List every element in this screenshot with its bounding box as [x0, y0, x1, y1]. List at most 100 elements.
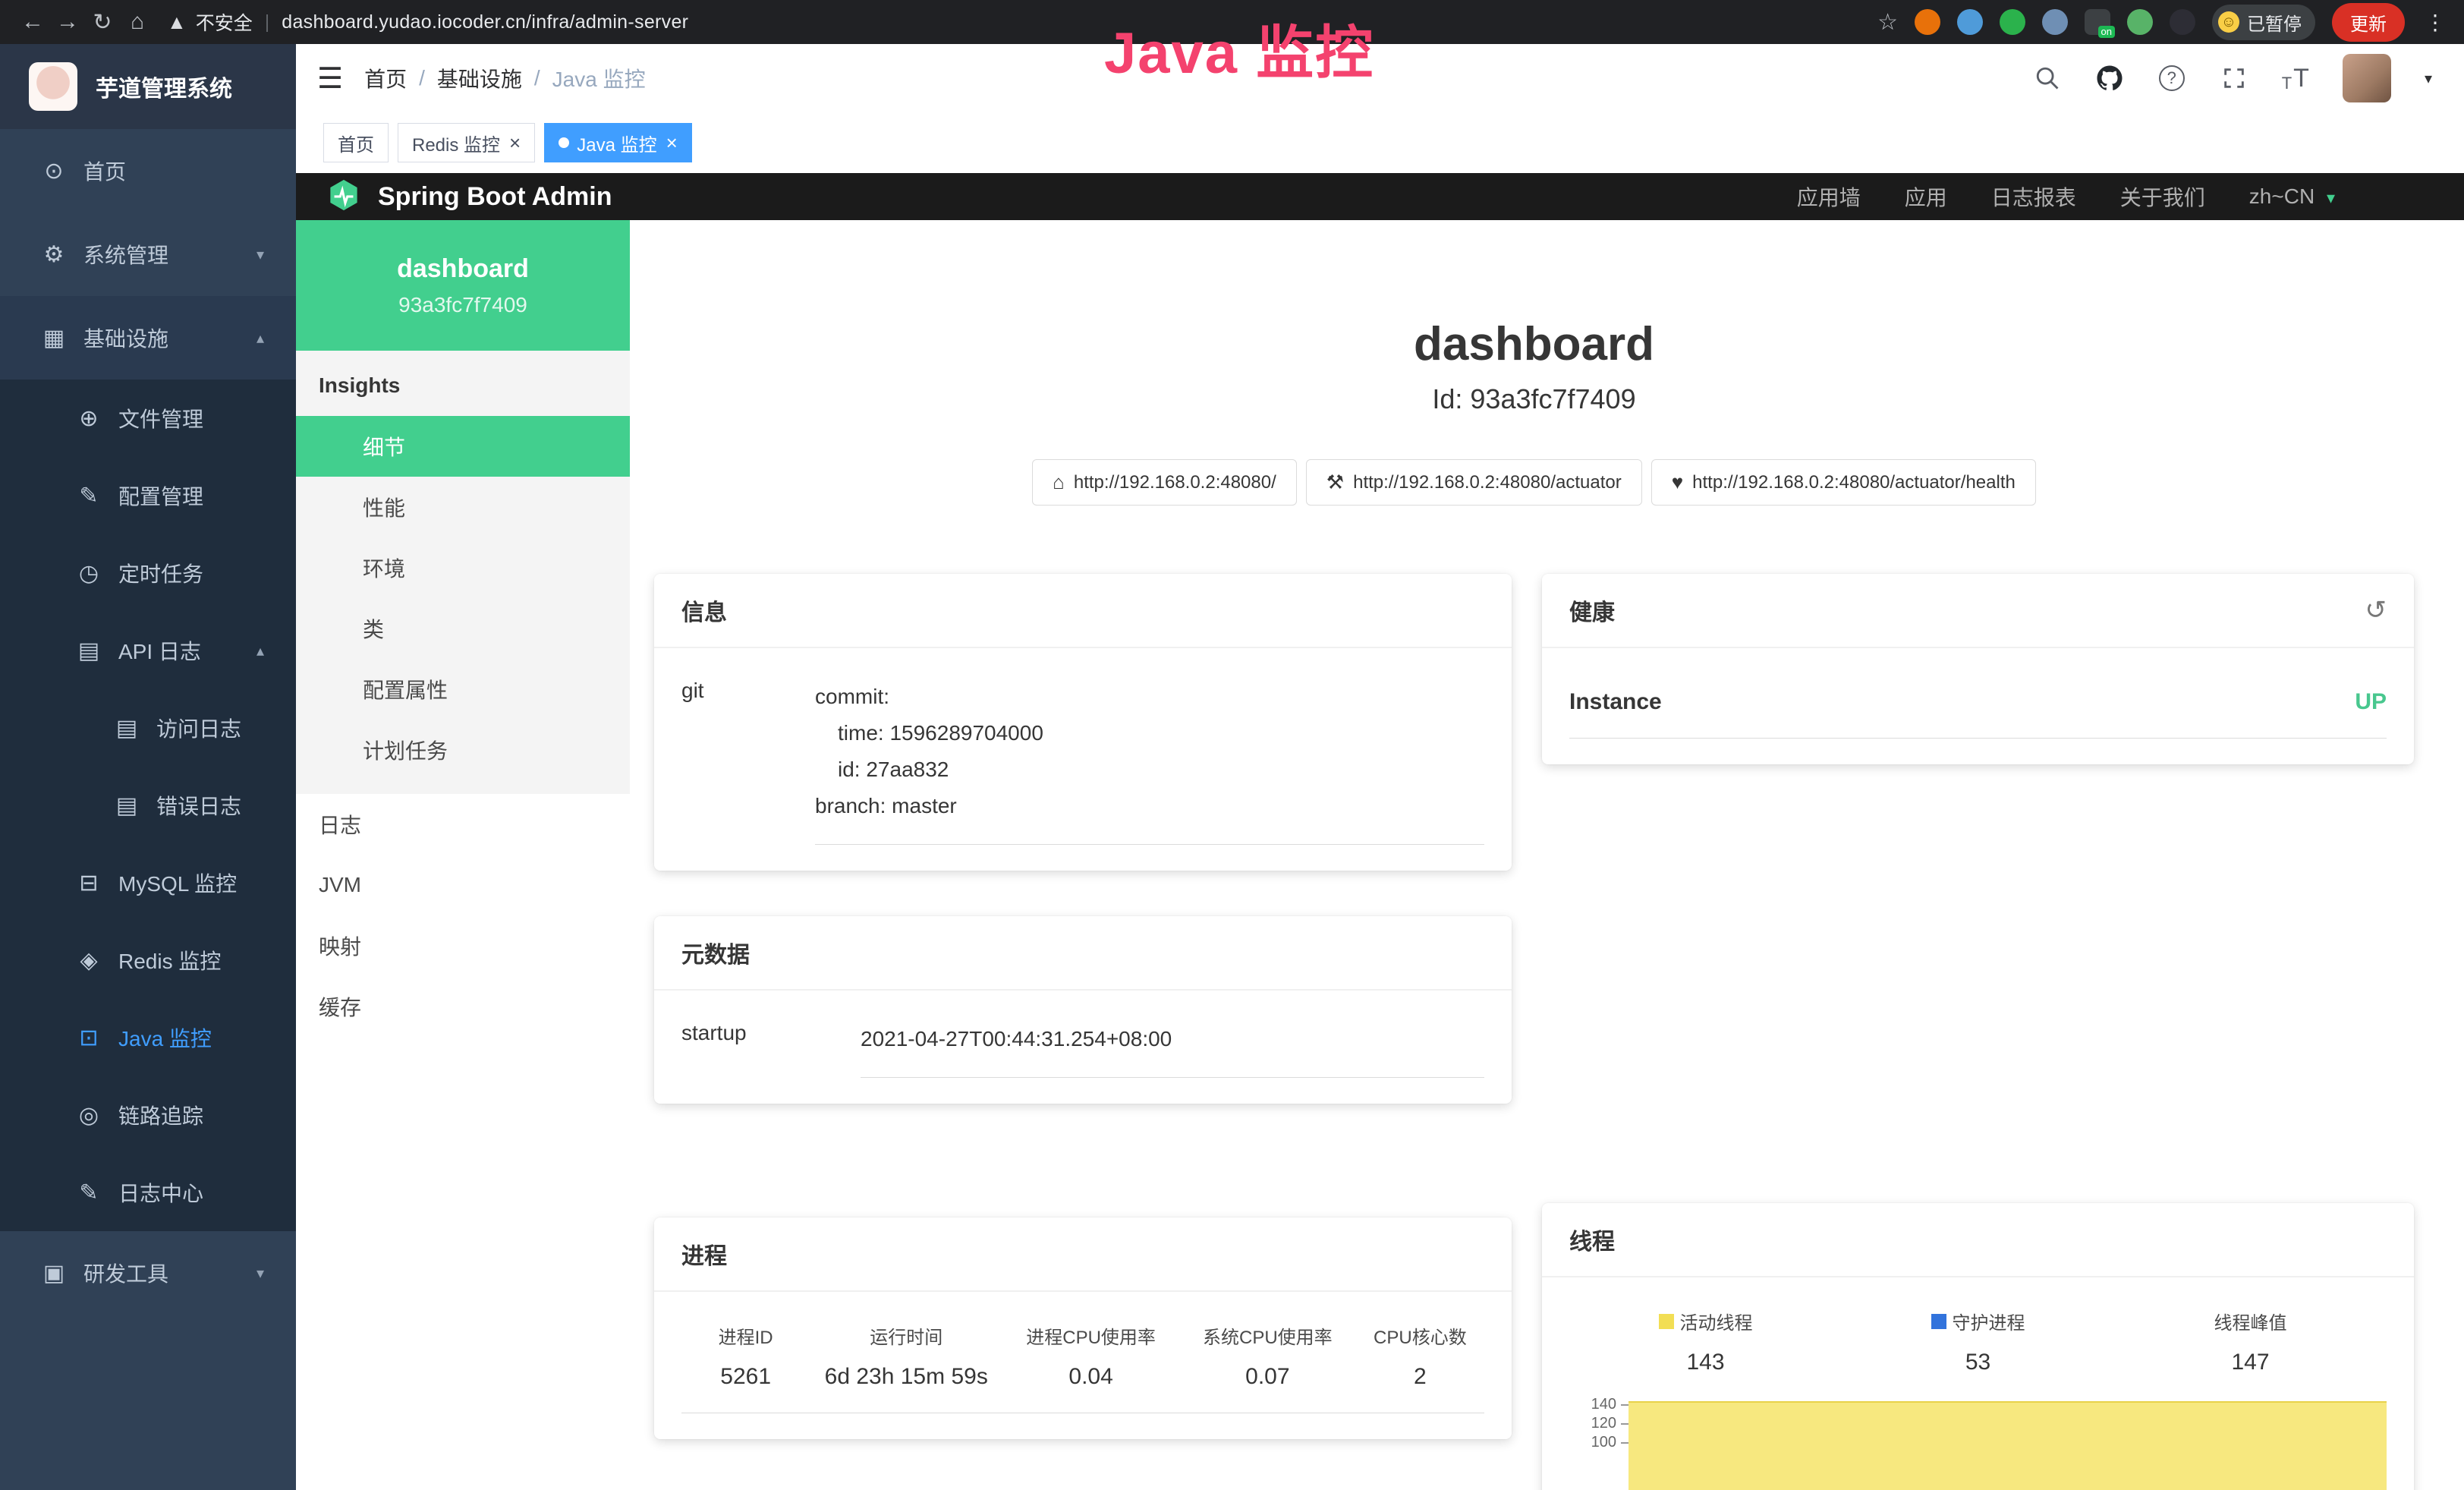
chevron-down-icon[interactable]: ▾	[2425, 69, 2432, 88]
sidebar-item-infrastructure[interactable]: ▦ 基础设施 ▴	[0, 296, 296, 380]
axis-tick: 100	[1569, 1433, 1629, 1452]
chevron-up-icon: ▴	[256, 641, 264, 660]
url-text[interactable]: dashboard.yudao.iocoder.cn/infra/admin-s…	[282, 11, 688, 33]
chrome-toolbar-right: ☆ on ☺ 已暂停 更新 ⋮	[1877, 3, 2449, 42]
sidebar-item-trace[interactable]: ◎ 链路追踪	[0, 1076, 296, 1154]
sidebar-item-mysql-monitor[interactable]: ⊟ MySQL 监控	[0, 844, 296, 921]
sidebar-item-label: MySQL 监控	[118, 868, 237, 898]
fullscreen-icon[interactable]	[2220, 64, 2248, 93]
help-icon[interactable]: ?	[2157, 64, 2186, 93]
threads-legend: 活动线程 143 守护进程	[1569, 1308, 2387, 1375]
update-button[interactable]: 更新	[2332, 3, 2405, 42]
sidebar-item-redis-monitor[interactable]: ◈ Redis 监控	[0, 921, 296, 999]
sba-item-config-properties[interactable]: 配置属性	[296, 659, 630, 720]
sba-item-mappings[interactable]: 映射	[296, 915, 630, 976]
instance-link-health[interactable]: ♥ http://192.168.0.2:48080/actuator/heal…	[1651, 459, 2036, 506]
legend-value: 147	[2114, 1350, 2387, 1375]
info-value: commit: time: 1596289704000 id: 27aa832 …	[815, 679, 1484, 845]
close-icon[interactable]: ×	[509, 131, 521, 155]
tag-home[interactable]: 首页	[323, 123, 389, 162]
extension-icon[interactable]	[2170, 9, 2195, 35]
chart-area-live-threads	[1629, 1401, 2387, 1490]
sba-nav-language[interactable]: zh~CN ▾	[2249, 184, 2335, 209]
sidebar-item-label: 错误日志	[156, 790, 241, 821]
github-icon[interactable]	[2095, 64, 2124, 93]
legend-live-threads: 活动线程	[1659, 1308, 1753, 1334]
sidebar-item-config-management[interactable]: ✎ 配置管理	[0, 457, 296, 534]
sidebar: 芋道管理系统 ⊙ 首页 ⚙ 系统管理 ▾ ▦ 基础设施 ▴	[0, 44, 296, 1490]
address-bar[interactable]: ▲ 不安全 | dashboard.yudao.iocoder.cn/infra…	[167, 8, 688, 36]
sba-item-details[interactable]: 细节	[296, 416, 630, 477]
sba-item-environment[interactable]: 环境	[296, 537, 630, 598]
process-table: 进程ID 5261 运行时间 6d 23h 15m 59s	[681, 1322, 1484, 1413]
health-instance-label: Instance	[1569, 689, 1662, 715]
sidebar-item-log-center[interactable]: ✎ 日志中心	[0, 1154, 296, 1231]
sba-item-jvm[interactable]: JVM	[296, 855, 630, 915]
sba-nav-journal[interactable]: 日志报表	[1991, 181, 2076, 212]
tag-java-monitor[interactable]: Java 监控 ×	[544, 123, 692, 162]
sba-item-caches[interactable]: 缓存	[296, 976, 630, 1037]
sidebar-item-home[interactable]: ⊙ 首页	[0, 129, 296, 213]
search-icon[interactable]	[2033, 64, 2062, 93]
reload-icon[interactable]: ↻	[85, 9, 120, 36]
tag-dot	[559, 137, 569, 148]
extension-icon[interactable]	[2042, 9, 2068, 35]
process-card-body: 进程ID 5261 运行时间 6d 23h 15m 59s	[654, 1292, 1512, 1439]
extension-icon[interactable]	[1957, 9, 1983, 35]
sba-instance-block[interactable]: dashboard 93a3fc7f7409	[296, 220, 630, 351]
home-icon[interactable]: ⌂	[120, 9, 155, 35]
tag-redis-monitor[interactable]: Redis 监控 ×	[398, 123, 535, 162]
font-size-icon[interactable]: TT	[2282, 64, 2309, 93]
cards-left-column: 信息 git commit: time: 1596289704000 id: 2…	[654, 574, 1512, 1439]
log-center-icon: ✎	[70, 1180, 108, 1206]
browser-menu-icon[interactable]: ⋮	[2422, 10, 2449, 35]
instance-link-home[interactable]: ⌂ http://192.168.0.2:48080/	[1032, 459, 1297, 506]
sidebar-item-scheduled-tasks[interactable]: ◷ 定时任务	[0, 534, 296, 612]
close-icon[interactable]: ×	[666, 131, 678, 155]
instance-link-actuator[interactable]: ⚒ http://192.168.0.2:48080/actuator	[1306, 459, 1642, 506]
infrastructure-icon: ▦	[35, 325, 73, 351]
forward-icon[interactable]: →	[50, 9, 85, 35]
cards-right-column: 健康 ↺ Instance UP	[1542, 574, 2414, 1490]
sba-brand-title[interactable]: Spring Boot Admin	[378, 182, 612, 212]
app-title: 芋道管理系统	[96, 70, 232, 103]
sidebar-item-dev-tools[interactable]: ▣ 研发工具 ▾	[0, 1231, 296, 1315]
question-mark: ?	[2159, 65, 2185, 91]
sidebar-item-java-monitor[interactable]: ⊡ Java 监控	[0, 999, 296, 1076]
breadcrumb: 首页 / 基础设施 / Java 监控	[364, 63, 646, 93]
extension-icon[interactable]	[2000, 9, 2025, 35]
sba-nav-wallboard[interactable]: 应用墙	[1797, 181, 1861, 212]
breadcrumb-infrastructure[interactable]: 基础设施	[437, 63, 522, 93]
home-icon: ⌂	[1053, 471, 1065, 494]
sidebar-item-error-logs[interactable]: ▤ 错误日志	[0, 767, 296, 844]
process-col-header: 进程CPU使用率	[1002, 1322, 1179, 1349]
paused-badge[interactable]: ☺ 已暂停	[2212, 5, 2315, 40]
back-icon[interactable]: ←	[15, 9, 50, 35]
sidebar-item-api-logs[interactable]: ▤ API 日志 ▴	[0, 612, 296, 689]
sba-nav-applications[interactable]: 应用	[1905, 181, 1947, 212]
sidebar-item-label: 研发工具	[83, 1258, 168, 1288]
sidebar-item-system-management[interactable]: ⚙ 系统管理 ▾	[0, 213, 296, 296]
breadcrumb-home[interactable]: 首页	[364, 63, 407, 93]
avatar[interactable]	[2343, 54, 2391, 102]
sba-item-performance[interactable]: 性能	[296, 477, 630, 537]
sba-nav-about[interactable]: 关于我们	[2120, 181, 2205, 212]
bookmark-star-icon[interactable]: ☆	[1877, 9, 1898, 36]
hamburger-icon[interactable]: ☰	[317, 61, 343, 96]
sidebar-item-file-management[interactable]: ⊕ 文件管理	[0, 380, 296, 457]
extension-icon[interactable]	[1915, 9, 1940, 35]
process-col-value: 0.07	[1179, 1364, 1356, 1390]
breadcrumb-separator: /	[534, 66, 540, 90]
git-branch-line: branch: master	[815, 788, 1484, 824]
sidebar-logo-row[interactable]: 芋道管理系统	[0, 44, 296, 129]
axis-tick: 120	[1569, 1414, 1629, 1433]
sba-item-logs[interactable]: 日志	[296, 794, 630, 855]
health-instance-row[interactable]: Instance UP	[1569, 679, 2387, 739]
sba-item-scheduled-tasks[interactable]: 计划任务	[296, 720, 630, 780]
sidebar-item-access-logs[interactable]: ▤ 访问日志	[0, 689, 296, 767]
extension-icon[interactable]	[2127, 9, 2153, 35]
sba-item-classes[interactable]: 类	[296, 598, 630, 659]
extension-icon[interactable]: on	[2085, 9, 2110, 35]
process-col-value: 5261	[681, 1364, 810, 1390]
history-icon[interactable]: ↺	[2365, 595, 2387, 625]
